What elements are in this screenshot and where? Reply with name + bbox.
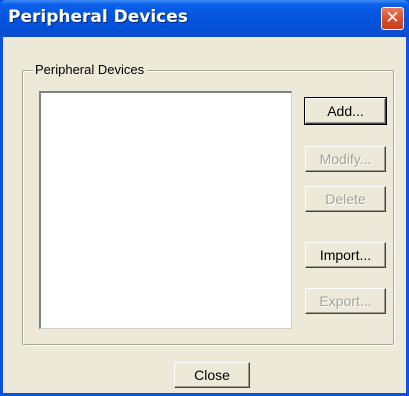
close-icon[interactable]: ✕ [381, 7, 404, 30]
peripheral-devices-list[interactable] [39, 91, 292, 329]
add-button[interactable]: Add... [304, 97, 387, 125]
dialog-window: Peripheral Devices ✕ Peripheral Devices … [0, 0, 409, 396]
export-button[interactable]: Export... [305, 288, 386, 314]
close-button[interactable]: Close [174, 362, 250, 388]
modify-button[interactable]: Modify... [305, 146, 386, 172]
delete-button[interactable]: Delete [305, 186, 386, 212]
title-bar[interactable]: Peripheral Devices ✕ [0, 0, 409, 37]
groupbox-label: Peripheral Devices [33, 63, 148, 77]
window-title: Peripheral Devices [8, 7, 188, 27]
dialog-client-area: Peripheral Devices Add... Modify... Dele… [3, 37, 406, 393]
import-button[interactable]: Import... [305, 242, 386, 268]
